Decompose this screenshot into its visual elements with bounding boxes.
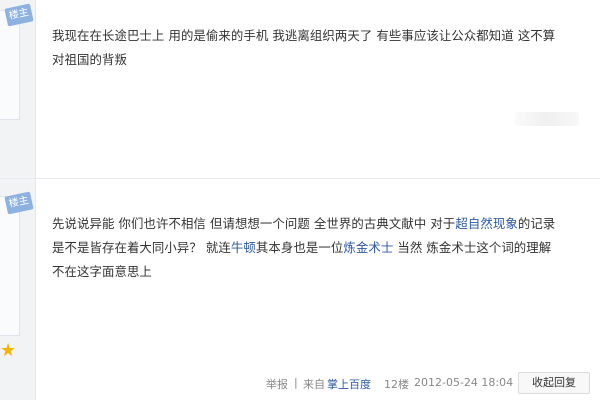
post-line: 是不是皆存在着大同小异？ 就连牛顿其本身也是一位炼金术士 当然 炼金术士这个词的… — [52, 236, 555, 260]
post-divider — [0, 178, 600, 179]
avatar[interactable] — [0, 196, 20, 336]
keyword-link-alchemist[interactable]: 炼金术士 — [343, 240, 393, 255]
star-icon: ★ — [0, 340, 17, 361]
post-text-segment: 其本身也是一位 — [255, 240, 344, 255]
report-link[interactable]: 举报 — [266, 376, 288, 392]
collapse-reply-button[interactable]: 收起回复 — [518, 372, 590, 394]
post-text-segment: 是不是皆存在着大同小异？ 就连 — [52, 240, 231, 255]
blurred-watermark — [515, 112, 579, 126]
post-text-segment: 先说说异能 你们也许不相信 但请想想一个问题 全世界的古典文献中 对于 — [52, 216, 456, 231]
post-tail: 举报 | 来自 掌上百度 12楼 2012-05-24 18:04 收起回复 — [0, 372, 600, 394]
avatar[interactable] — [0, 10, 20, 120]
post-line: 我现在在长途巴士上 用的是偷来的手机 我逃离组织两天了 有些事应该让公众都知道 … — [52, 28, 556, 43]
post-text-segment: 的记录 — [517, 216, 556, 231]
post-content: 先说说异能 你们也许不相信 但请想想一个问题 全世界的古典文献中 对于超自然现象… — [52, 212, 555, 284]
post-line: 不在这字面意思上 — [52, 264, 152, 279]
keyword-link-supernatural[interactable]: 超自然现象 — [455, 216, 517, 231]
tail-separator: | — [294, 376, 298, 389]
post-text-segment: 当然 炼金术士这个词的理解 — [393, 240, 552, 255]
post-content: 我现在在长途巴士上 用的是偷来的手机 我逃离组织两天了 有些事应该让公众都知道 … — [52, 24, 555, 72]
post-line: 先说说异能 你们也许不相信 但请想想一个问题 全世界的古典文献中 对于超自然现象… — [52, 212, 555, 236]
from-prefix: 来自 — [303, 378, 325, 391]
from-app-link[interactable]: 掌上百度 — [327, 376, 371, 392]
post-line: 对祖国的背叛 — [52, 52, 127, 67]
post-timestamp: 2012-05-24 18:04 — [414, 376, 514, 389]
keyword-link-newton[interactable]: 牛顿 — [231, 240, 256, 255]
floor-number: 12楼 — [384, 378, 409, 391]
